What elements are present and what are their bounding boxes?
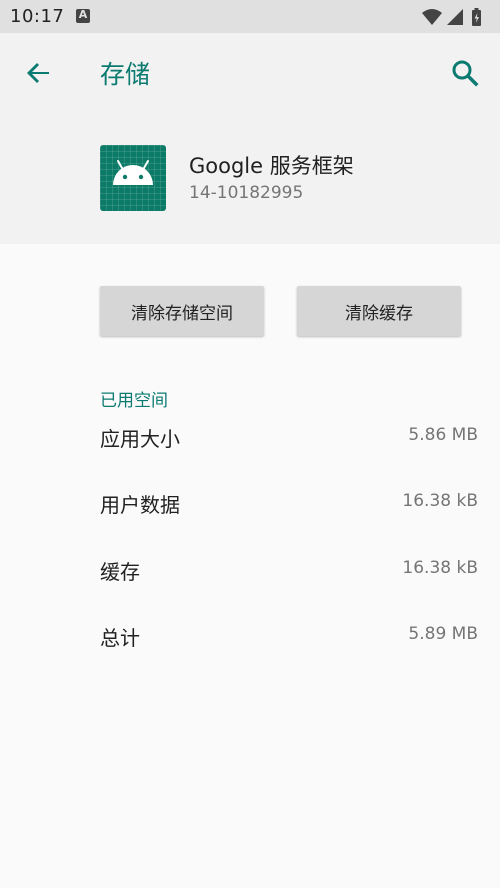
android-robot-icon xyxy=(113,160,153,185)
row-value: 16.38 kB xyxy=(402,491,478,511)
row-label: 缓存 xyxy=(100,560,140,584)
row-label: 应用大小 xyxy=(100,427,180,451)
page-title: 存储 xyxy=(100,60,151,89)
search-icon xyxy=(452,60,479,87)
row-value: 5.86 MB xyxy=(408,425,478,445)
status-bar: 10:17 A xyxy=(0,0,500,33)
back-button[interactable] xyxy=(22,56,56,90)
section-header-used-space: 已用空间 xyxy=(100,391,168,411)
status-time: 10:17 xyxy=(10,6,65,27)
storage-row-total: 总计 5.89 MB xyxy=(100,622,478,656)
clear-cache-button[interactable]: 清除缓存 xyxy=(297,286,461,336)
battery-charging-icon xyxy=(472,8,481,26)
search-button[interactable] xyxy=(448,56,482,90)
app-name: Google 服务框架 xyxy=(189,154,354,178)
storage-row-user-data: 用户数据 16.38 kB xyxy=(100,489,478,523)
notification-a-icon: A xyxy=(76,8,90,23)
app-version: 14-10182995 xyxy=(189,183,304,203)
status-icons xyxy=(420,6,490,28)
storage-settings-screen: 10:17 A 存储 Google 服务框架 14-10182995 清除存储空… xyxy=(0,0,500,888)
arrow-back-icon xyxy=(27,63,49,83)
row-value: 5.89 MB xyxy=(408,624,478,644)
storage-row-cache: 缓存 16.38 kB xyxy=(100,556,478,590)
clear-storage-button[interactable]: 清除存储空间 xyxy=(100,286,264,336)
row-value: 16.38 kB xyxy=(402,558,478,578)
row-label: 总计 xyxy=(100,626,140,650)
notification-icon-letter: A xyxy=(78,8,88,21)
storage-row-app-size: 应用大小 5.86 MB xyxy=(100,423,478,457)
wifi-icon xyxy=(422,9,442,25)
header-region xyxy=(0,33,500,244)
row-label: 用户数据 xyxy=(100,493,180,517)
cellular-icon xyxy=(447,9,463,25)
app-icon xyxy=(100,145,166,211)
